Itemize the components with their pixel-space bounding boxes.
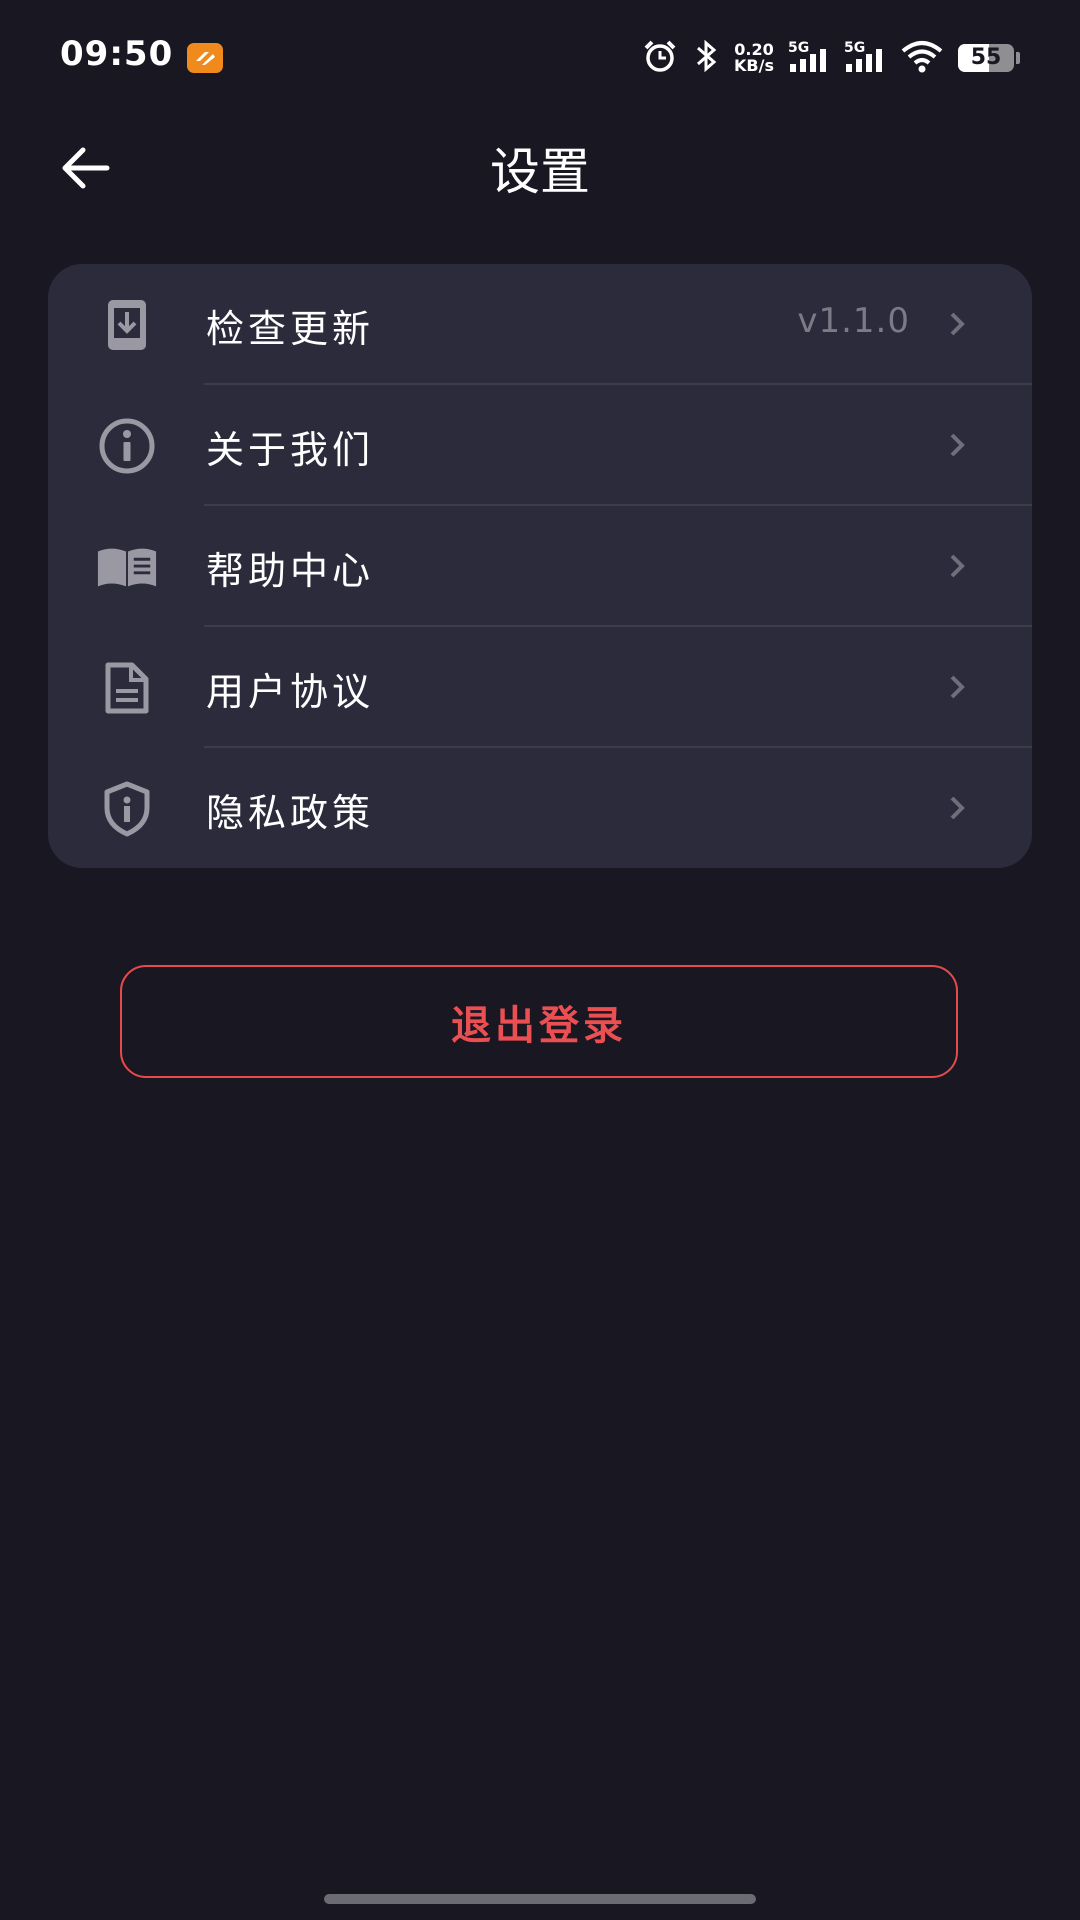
settings-screen: 09:50 0.20 KB/s 5G 5G 55 设置 检查更新 v1.1.0 … xyxy=(0,0,1080,1920)
settings-item-label: 隐私政策 xyxy=(206,791,375,835)
info-circle-icon xyxy=(96,415,158,477)
home-indicator[interactable] xyxy=(324,1894,756,1904)
document-icon xyxy=(96,657,158,719)
settings-item-label: 关于我们 xyxy=(206,428,375,472)
status-icons: 0.20 KB/s 5G 5G 55 xyxy=(642,38,1020,78)
orange-app-icon xyxy=(187,43,223,73)
network-speed: 0.20 KB/s xyxy=(734,42,774,74)
battery-level: 55 xyxy=(970,45,1002,70)
signal-1-icon: 5G xyxy=(788,40,830,76)
chevron-right-icon xyxy=(946,429,970,461)
bluetooth-icon xyxy=(692,38,720,78)
version-value: v1.1.0 xyxy=(797,301,910,341)
signal-2-icon: 5G xyxy=(844,40,886,76)
network-speed-unit: KB/s xyxy=(734,56,774,75)
download-phone-icon xyxy=(96,294,158,356)
status-bar: 09:50 0.20 KB/s 5G 5G 55 xyxy=(0,0,1080,118)
settings-list: 检查更新 v1.1.0 关于我们 帮助中心 用户协议 隐私政策 xyxy=(48,264,1032,868)
logout-button[interactable]: 退出登录 xyxy=(120,965,958,1078)
shield-info-icon xyxy=(96,778,158,840)
chevron-right-icon xyxy=(946,308,970,340)
settings-item-user-agreement[interactable]: 用户协议 xyxy=(48,627,1032,748)
chevron-right-icon xyxy=(946,550,970,582)
settings-item-label: 帮助中心 xyxy=(206,549,375,593)
page-title: 设置 xyxy=(490,143,590,201)
settings-item-label: 检查更新 xyxy=(206,307,375,351)
battery-tip xyxy=(1016,52,1020,64)
battery-icon: 55 xyxy=(958,44,1014,72)
chevron-right-icon xyxy=(946,792,970,824)
signal-1-label: 5G xyxy=(788,40,810,56)
settings-item-privacy-policy[interactable]: 隐私政策 xyxy=(48,748,1032,868)
open-book-icon xyxy=(96,536,158,598)
signal-2-label: 5G xyxy=(844,40,866,56)
settings-item-check-update[interactable]: 检查更新 v1.1.0 xyxy=(48,264,1032,385)
chevron-right-icon xyxy=(946,671,970,703)
settings-item-label: 用户协议 xyxy=(206,670,375,714)
wifi-icon xyxy=(900,38,944,78)
status-time: 09:50 xyxy=(60,34,174,74)
settings-item-help-center[interactable]: 帮助中心 xyxy=(48,506,1032,627)
alarm-icon xyxy=(642,38,678,78)
settings-item-about-us[interactable]: 关于我们 xyxy=(48,385,1032,506)
